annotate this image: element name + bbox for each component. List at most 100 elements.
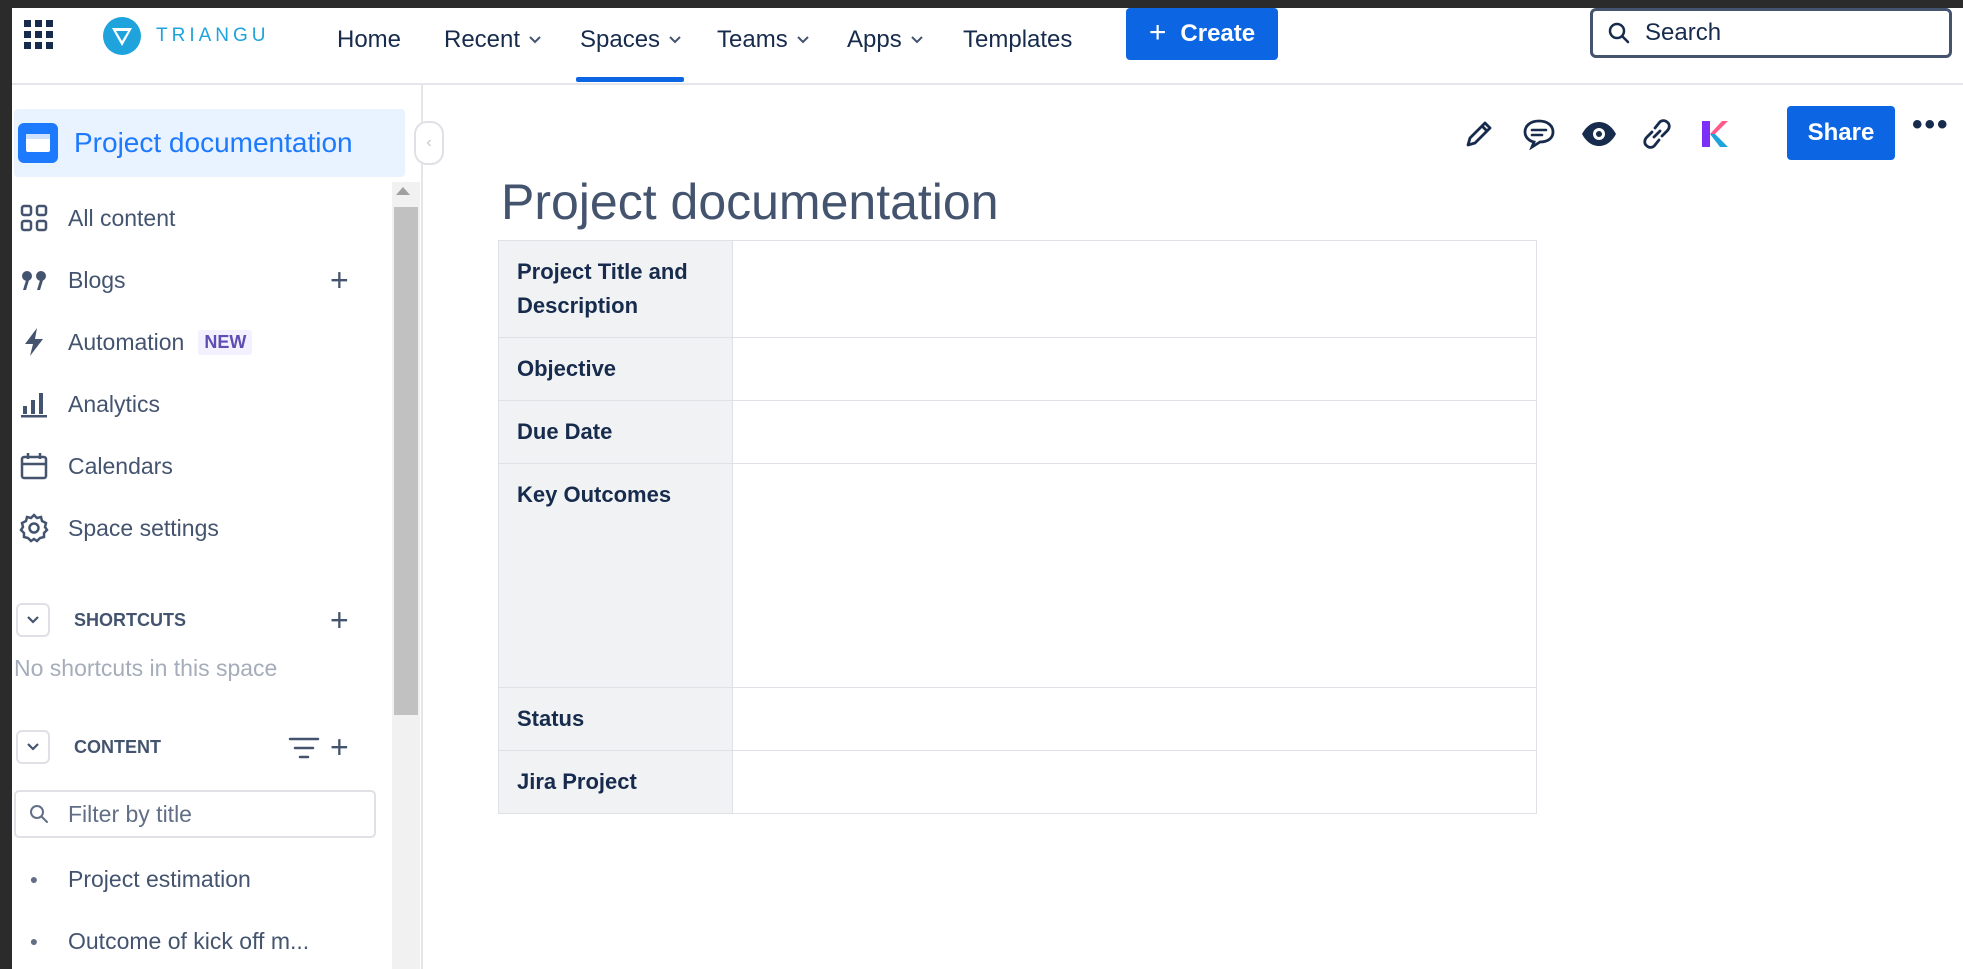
space-title: Project documentation [74,127,353,158]
more-icon[interactable]: ••• [1912,108,1950,142]
content-label: CONTENT [74,736,161,757]
new-badge: NEW [198,329,253,355]
grid-icon [16,200,52,236]
table-row: Key Outcomes [498,463,1537,688]
sidebar-item-space-settings[interactable]: Space settings [16,508,376,548]
scroll-up-arrow-icon[interactable] [396,187,410,195]
top-navigation: TRIANGU Home Recent Spaces Teams Apps Te… [12,8,1963,85]
tree-item-label: Project estimation [68,865,251,892]
table-row: Due Date [498,400,1537,464]
sidebar-scrollbar-thumb[interactable] [394,207,418,715]
row-header: Due Date [498,400,733,464]
app-switcher-icon[interactable] [24,20,54,50]
bullet-icon: ● [29,933,39,949]
comment-icon[interactable] [1517,112,1561,156]
chevron-down-icon[interactable] [16,603,50,637]
row-header: Key Outcomes [498,463,733,688]
share-button-label: Share [1807,119,1875,146]
sidebar-item-calendars[interactable]: Calendars [16,446,376,486]
space-header[interactable]: Project documentation [14,109,405,177]
create-button-label: Create [1180,20,1256,47]
sidebar-item-label: Calendars [68,452,173,479]
filter-icon[interactable] [288,735,320,766]
list-item[interactable]: ● Project estimation [16,859,396,899]
sidebar-item-blogs[interactable]: Blogs [16,260,376,300]
search-input[interactable]: Search [1590,8,1952,58]
table-row: Jira Project [498,750,1537,814]
nav-spaces-label: Spaces [580,26,661,53]
triangu-logo-icon [103,17,141,55]
sidebar-item-label: Blogs [68,266,126,293]
table-row: Status [498,687,1537,751]
chevron-down-icon[interactable] [16,730,50,764]
lightning-icon [16,324,52,360]
quote-icon [16,262,52,298]
nav-spaces[interactable]: Spaces [580,20,682,60]
nav-teams-label: Teams [717,26,788,53]
sidebar: Project documentation ‹ All content Blog… [12,85,444,969]
shortcuts-label: SHORTCUTS [74,609,186,630]
sidebar-item-label: Space settings [68,514,219,541]
tree-item-label: Outcome of kick off m... [68,927,310,954]
nav-recent-label: Recent [444,26,521,53]
content-section-header: CONTENT [16,727,376,767]
nav-templates[interactable]: Templates [963,20,1072,60]
nav-home-label: Home [337,26,402,53]
gear-icon [16,510,52,546]
shortcuts-empty-text: No shortcuts in this space [14,655,278,681]
table-row: Objective [498,337,1537,401]
bar-chart-icon [16,386,52,422]
brand-logo[interactable]: TRIANGU [102,16,270,56]
search-icon [30,805,48,823]
eye-icon[interactable] [1577,112,1621,156]
app-window: TRIANGU Home Recent Spaces Teams Apps Te… [12,8,1963,969]
chevron-down-icon [529,36,541,44]
filter-by-title-input[interactable]: Filter by title [14,790,376,838]
chevron-down-icon [669,36,681,44]
table-cell[interactable] [732,337,1537,401]
table-cell[interactable] [732,687,1537,751]
add-content-button[interactable]: + [330,731,349,763]
sidebar-item-label: All content [68,204,176,231]
row-header: Project Title and Description [498,240,733,338]
nav-home[interactable]: Home [337,20,401,60]
app-k-icon[interactable] [1692,112,1736,156]
list-item[interactable]: ● Outcome of kick off m... [16,921,396,961]
search-icon [1608,22,1630,44]
add-shortcut-button[interactable]: + [330,604,349,636]
chevron-down-icon [796,36,809,44]
nav-templates-label: Templates [963,26,1073,53]
table-cell[interactable] [732,463,1537,688]
page-title: Project documentation [501,174,999,230]
row-header: Status [498,687,733,751]
row-header: Objective [498,337,733,401]
chevron-down-icon [910,36,923,44]
row-header: Jira Project [498,750,733,814]
shortcuts-section-header: SHORTCUTS [16,600,376,640]
table-cell[interactable] [732,240,1537,338]
table-row: Project Title and Description [498,240,1537,338]
bullet-icon: ● [29,871,39,887]
nav-apps-label: Apps [847,26,902,53]
pencil-icon[interactable] [1457,112,1501,156]
nav-teams[interactable]: Teams [717,20,810,60]
collapse-sidebar-button[interactable]: ‹ [414,121,444,165]
folder-icon [18,123,58,163]
link-icon[interactable] [1635,112,1679,156]
sidebar-item-label: Analytics [68,390,161,417]
create-button[interactable]: + Create [1126,8,1278,60]
sidebar-item-analytics[interactable]: Analytics [16,384,376,424]
nav-apps[interactable]: Apps [847,20,924,60]
sidebar-item-all-content[interactable]: All content [16,198,376,238]
filter-placeholder: Filter by title [68,800,192,827]
table-cell[interactable] [732,400,1537,464]
sidebar-item-label: Automation [68,328,185,355]
sidebar-item-automation[interactable]: Automation NEW [16,322,376,362]
nav-recent[interactable]: Recent [444,20,542,60]
plus-icon: + [1148,15,1167,49]
project-info-table: Project Title and Description Objective … [498,240,1537,814]
add-blog-button[interactable]: + [330,264,349,296]
brand-name: TRIANGU [156,25,270,46]
table-cell[interactable] [732,750,1537,814]
share-button[interactable]: Share [1787,106,1895,160]
